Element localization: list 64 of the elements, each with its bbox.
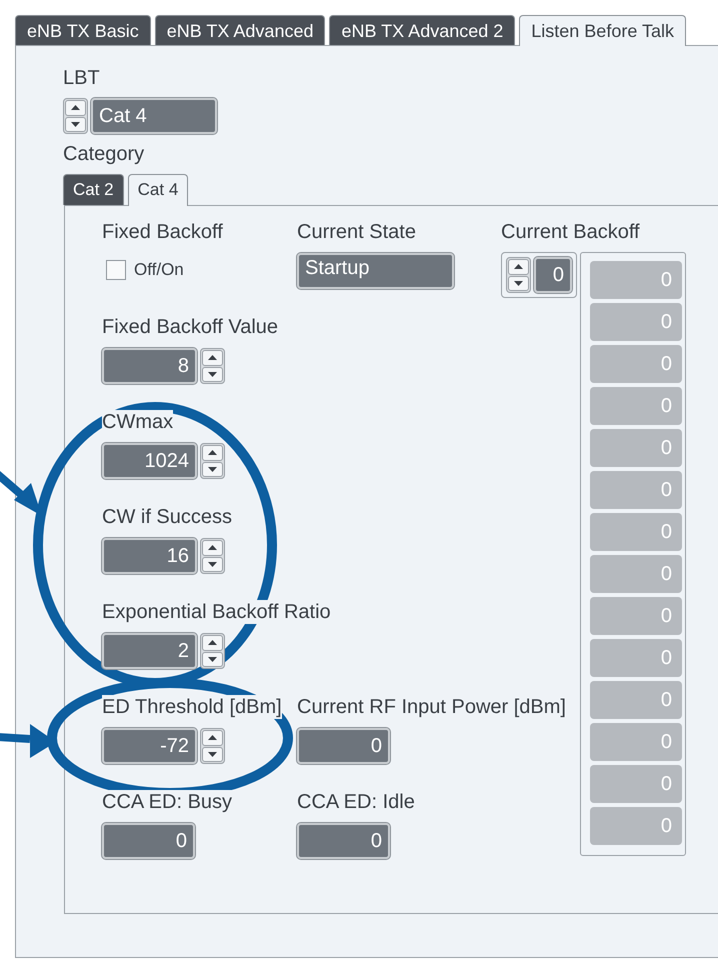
number-field[interactable]: 16: [102, 538, 197, 574]
readout-field: 0: [297, 728, 390, 764]
history-value: 0: [590, 345, 682, 383]
history-value: 0: [590, 387, 682, 425]
tab[interactable]: eNB TX Advanced 2: [329, 15, 516, 45]
status-field: Startup: [297, 253, 454, 289]
down-arrow-icon: [208, 752, 217, 757]
readout-field: 0: [297, 823, 390, 859]
number-field[interactable]: -72: [102, 728, 197, 764]
up-arrow-icon: [208, 355, 217, 360]
step-down-button[interactable]: [65, 116, 86, 132]
backoff-field[interactable]: 0: [534, 257, 572, 293]
step-up-button[interactable]: [202, 635, 223, 650]
up-arrow-icon: [208, 450, 217, 456]
step-up-button[interactable]: [202, 350, 223, 366]
step-down-button[interactable]: [202, 746, 223, 762]
history-value: 0: [590, 429, 682, 467]
tab[interactable]: Listen Before Talk: [519, 15, 686, 46]
down-arrow-icon: [208, 656, 217, 662]
step-up-button[interactable]: [508, 259, 529, 274]
step-down-button[interactable]: [202, 652, 223, 667]
history-value: 0: [590, 555, 682, 593]
step-down-button[interactable]: [202, 366, 223, 382]
history-value: 0: [590, 807, 682, 845]
tab[interactable]: eNB TX Advanced: [154, 15, 326, 45]
up-arrow-icon: [208, 545, 217, 550]
up-arrow-icon: [208, 640, 217, 646]
down-arrow-icon: [208, 372, 217, 377]
number-field[interactable]: 2: [102, 633, 197, 669]
history-value: 0: [590, 513, 682, 551]
step-down-button[interactable]: [508, 276, 529, 291]
number-field[interactable]: 1024: [102, 443, 197, 479]
checkbox-label: Off/On: [134, 259, 184, 281]
step-up-button[interactable]: [202, 445, 223, 460]
history-value: 0: [590, 681, 682, 719]
step-up-button[interactable]: [202, 540, 223, 556]
readout-field: 0: [102, 823, 195, 859]
up-arrow-icon: [71, 105, 80, 110]
history-value: 0: [590, 765, 682, 803]
step-down-button[interactable]: [202, 556, 223, 572]
up-arrow-icon: [208, 735, 217, 740]
step-down-button[interactable]: [202, 462, 223, 477]
history-value: 0: [590, 723, 682, 761]
history-value: 0: [590, 261, 682, 299]
field-label: CCA ED: Busy: [102, 790, 232, 814]
down-arrow-icon: [514, 280, 523, 286]
checkbox[interactable]: [106, 260, 126, 280]
step-up-button[interactable]: [65, 100, 86, 116]
tab[interactable]: eNB TX Basic: [15, 15, 151, 45]
field-label: ED Threshold [dBm]: [102, 695, 282, 719]
tab[interactable]: Cat 2: [63, 174, 124, 205]
down-arrow-icon: [208, 562, 217, 567]
number-field[interactable]: 8: [102, 348, 197, 384]
up-arrow-icon: [514, 264, 523, 270]
step-up-button[interactable]: [202, 730, 223, 746]
tab[interactable]: Cat 4: [128, 174, 188, 206]
category-field[interactable]: Cat 4: [91, 98, 217, 134]
down-arrow-icon: [208, 466, 217, 472]
history-value: 0: [590, 303, 682, 341]
history-value: 0: [590, 639, 682, 677]
down-arrow-icon: [71, 122, 80, 127]
history-value: 0: [590, 597, 682, 635]
history-value: 0: [590, 471, 682, 509]
field-label: Exponential Backoff Ratio: [102, 600, 331, 624]
